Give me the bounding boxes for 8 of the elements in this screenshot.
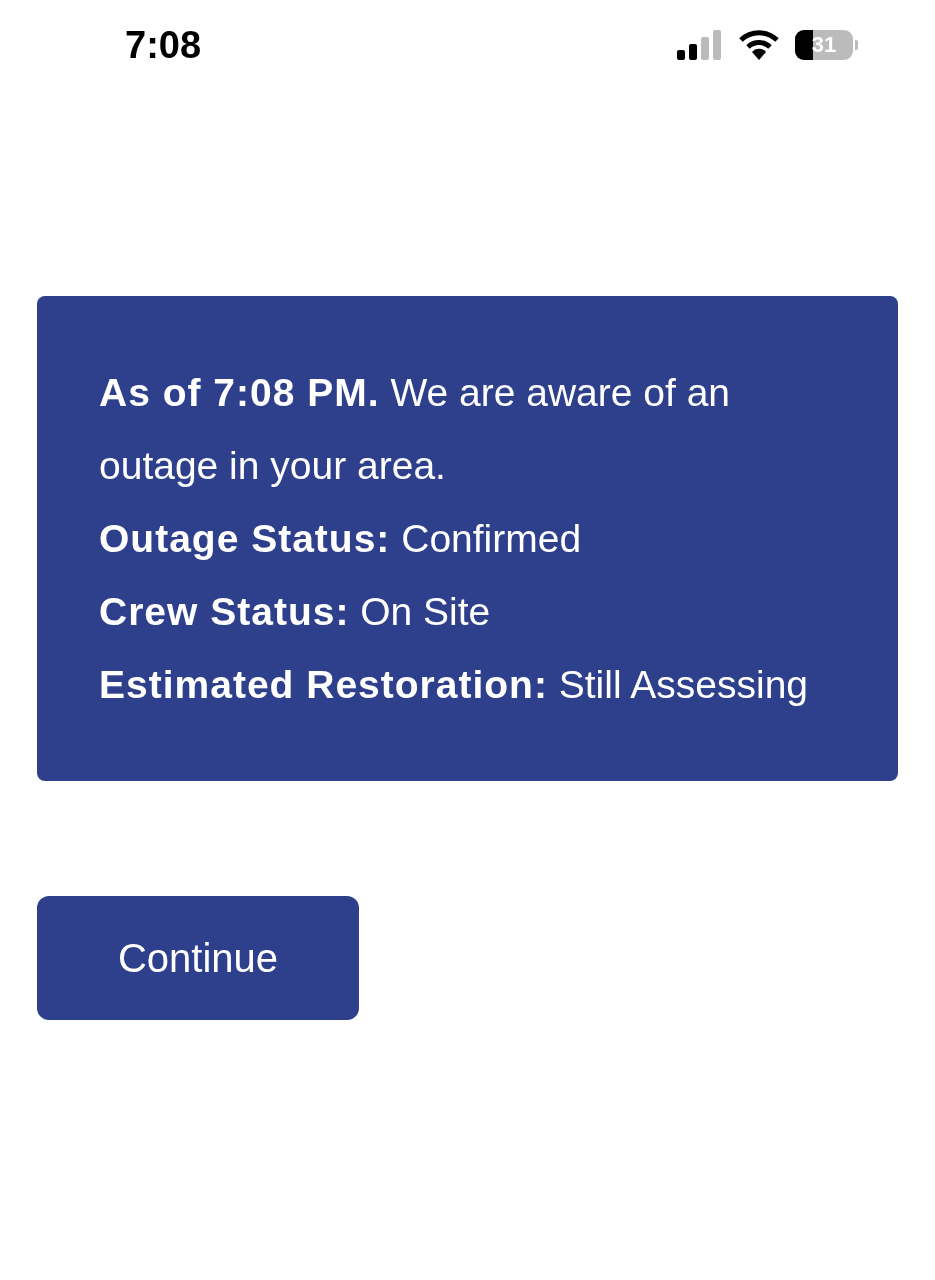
notice-text: Crew Status: On Site <box>99 589 492 635</box>
continue-button[interactable]: Continue <box>37 896 359 1020</box>
notice-text: As of 7:08 PM. We are aware of an outage in your area. <box>99 370 732 489</box>
notice-text: Estimated Restoration: Still Assessing <box>99 662 809 708</box>
wifi-icon <box>739 30 779 60</box>
status-time: 7:08 <box>125 23 202 67</box>
notice-text: Outage Status: Confirmed <box>99 516 583 562</box>
signal-icon <box>677 30 723 60</box>
